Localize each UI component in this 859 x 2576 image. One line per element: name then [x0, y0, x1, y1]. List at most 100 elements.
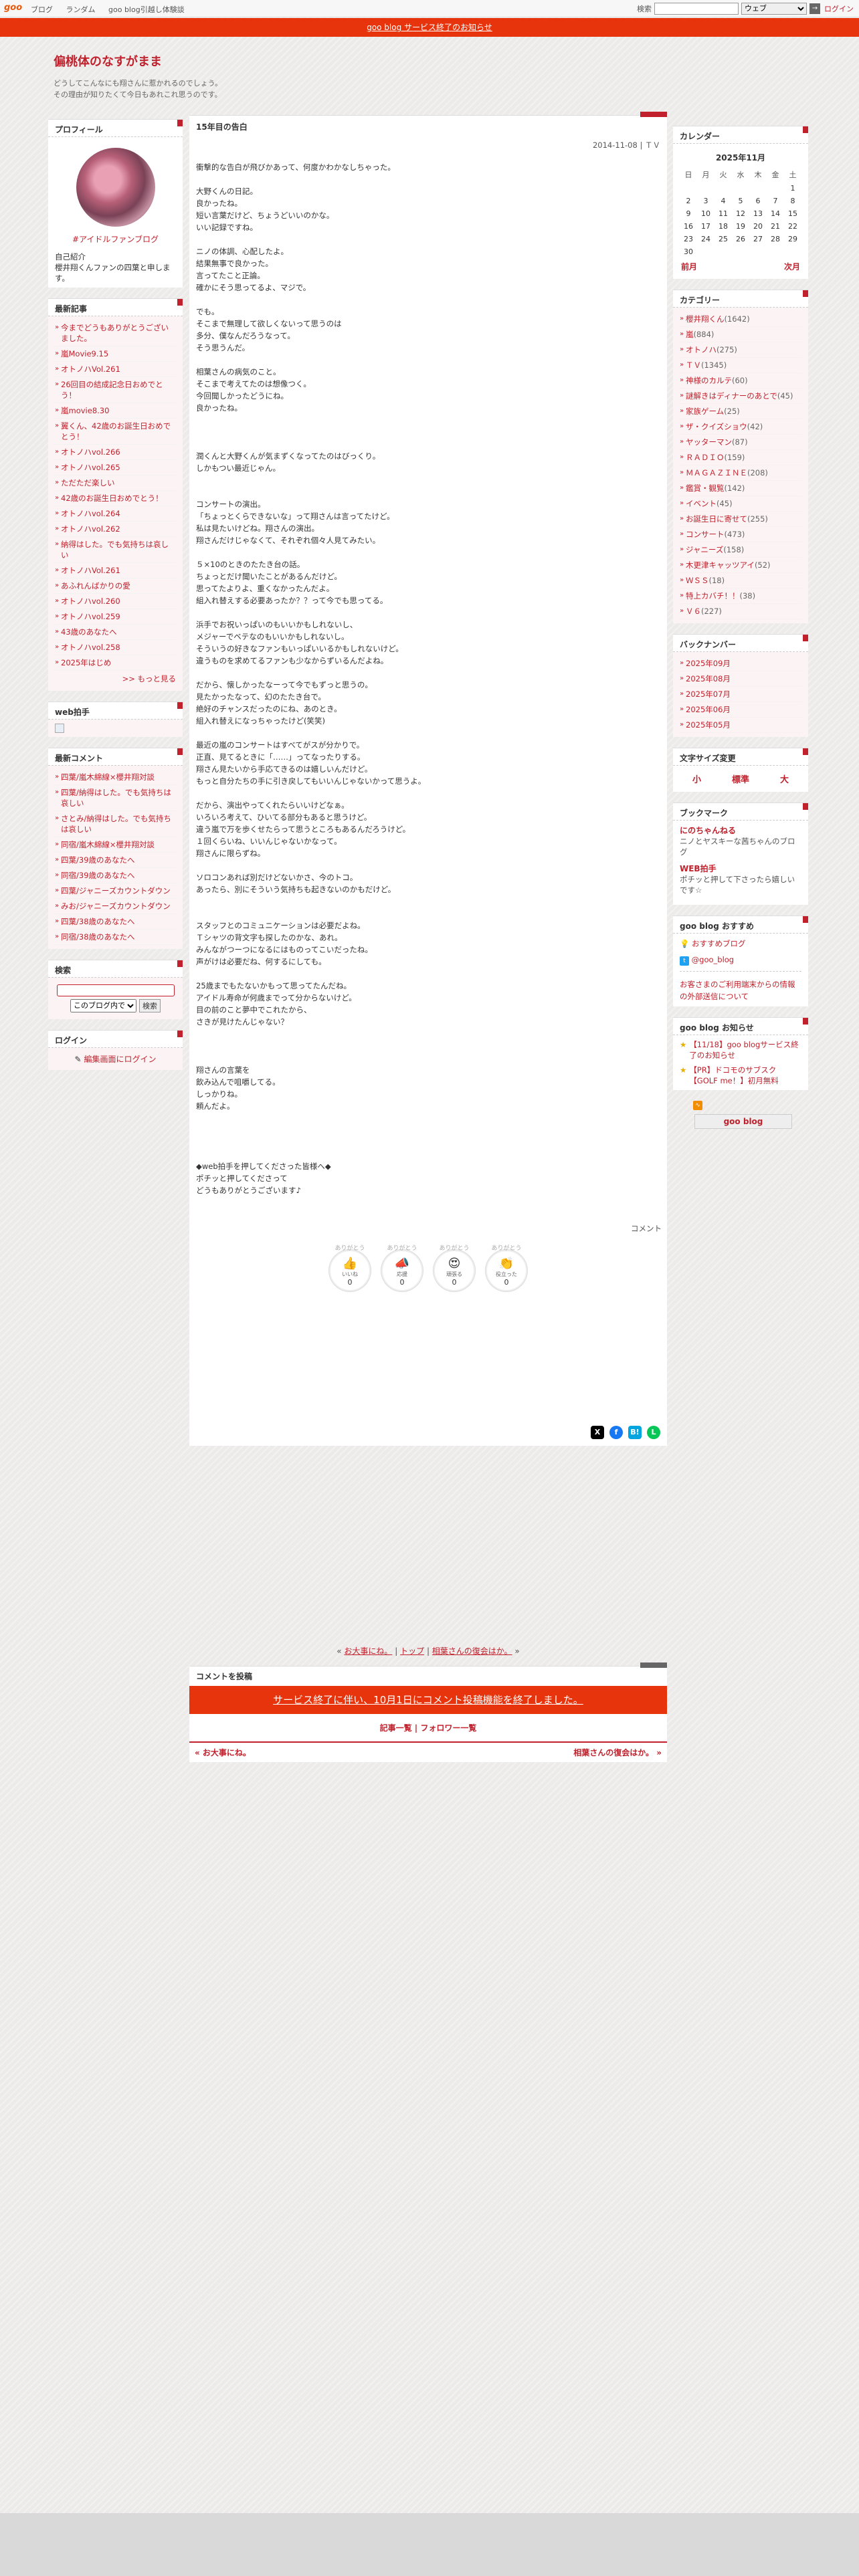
recent-comment-link[interactable]: 同宿/38歳のあなたへ	[55, 930, 176, 945]
recent-post-link[interactable]: オトノハvol.260	[55, 594, 176, 609]
category-name[interactable]: コンサート	[686, 530, 725, 539]
category-item[interactable]: Ｖ６(227)	[680, 604, 801, 619]
recent-comment-link[interactable]: 四葉/38歳のあなたへ	[55, 914, 176, 930]
recent-comment-link[interactable]: 四葉/納得はした。でも気持ちは哀しい	[55, 785, 176, 811]
reaction-button[interactable]: ありがとう 📣 応援 0	[381, 1245, 423, 1291]
category-name[interactable]: ジャニーズ	[686, 545, 723, 554]
category-name[interactable]: ＷＳＳ	[686, 576, 709, 585]
fontsize-small[interactable]: 小	[692, 772, 701, 785]
category-item[interactable]: 神様のカルテ(60)	[680, 373, 801, 389]
recent-post-link[interactable]: 翼くん、42歳のお誕生日おめでとう！	[55, 419, 176, 445]
category-name[interactable]: 神様のカルテ	[686, 376, 732, 385]
category-item[interactable]: 鑑賞・観覧(142)	[680, 481, 801, 496]
blog-search-button[interactable]: 検索	[139, 999, 161, 1012]
category-name[interactable]: ＲＡＤＩＯ	[686, 453, 725, 462]
category-item[interactable]: 木更津キャッツアイ(52)	[680, 558, 801, 573]
news-item[interactable]: 【PR】ドコモのサブスク【GOLF me！】初月無料	[689, 1065, 801, 1086]
category-name[interactable]: ＴＶ	[686, 360, 701, 370]
pager-top-link[interactable]: トップ	[400, 1646, 424, 1656]
category-item[interactable]: 櫻井翔くん(1642)	[680, 312, 801, 327]
category-item[interactable]: イベント(45)	[680, 496, 801, 512]
goo-blog-footer-logo[interactable]: goo blog	[694, 1114, 792, 1129]
article-date-category[interactable]: 2014-11-08 | ＴＶ	[593, 140, 660, 150]
search-scope-select[interactable]: ウェブ	[741, 3, 807, 15]
category-name[interactable]: イベント	[686, 499, 717, 508]
article-title[interactable]: 15年目の告白	[189, 116, 667, 136]
fontsize-normal[interactable]: 標準	[732, 772, 749, 785]
search-input[interactable]	[654, 3, 739, 15]
category-item[interactable]: コンサート(473)	[680, 527, 801, 542]
category-name[interactable]: オトノハ	[686, 345, 717, 354]
bookmark-link[interactable]: にのちゃんねる	[680, 825, 801, 836]
calendar-prev-link[interactable]: 前月	[681, 261, 697, 272]
backnumber-link[interactable]: 2025年06月	[680, 702, 801, 718]
line-share-icon[interactable]: L	[647, 1426, 660, 1439]
backnumber-link[interactable]: 2025年09月	[680, 656, 801, 671]
x-share-icon[interactable]: X	[591, 1426, 604, 1439]
recent-post-link[interactable]: オトノハvol.259	[55, 609, 176, 625]
category-name[interactable]: 家族ゲーム	[686, 407, 724, 416]
recent-post-link[interactable]: 納得はした。でも気持ちは哀しい	[55, 537, 176, 563]
recent-post-link[interactable]: オトノハvol.262	[55, 522, 176, 537]
recent-comment-link[interactable]: 四葉/嵐木綿線×櫻井翔対談	[55, 770, 176, 785]
next-post-link[interactable]: 相葉さんの復会はか。 »	[573, 1747, 662, 1758]
category-item[interactable]: ＴＶ(1345)	[680, 358, 801, 373]
recent-comment-link[interactable]: 四葉/ジャニーズカウントダウン	[55, 883, 176, 899]
recent-post-link[interactable]: 42歳のお誕生日おめでとう！	[55, 491, 176, 506]
category-item[interactable]: ＲＡＤＩＯ(159)	[680, 450, 801, 465]
search-go-button[interactable]: →	[809, 3, 820, 14]
recent-post-link[interactable]: 嵐Movie9.15	[55, 346, 176, 362]
recent-more-link[interactable]: >> もっと見る	[122, 674, 176, 683]
facebook-share-icon[interactable]: f	[609, 1426, 623, 1439]
recent-post-link[interactable]: オトノハVol.261	[55, 362, 176, 377]
edit-login-link[interactable]: 編集画面にログイン	[84, 1055, 156, 1064]
backnumber-link[interactable]: 2025年08月	[680, 671, 801, 687]
category-item[interactable]: ジャニーズ(158)	[680, 542, 801, 558]
goo-logo[interactable]: goo	[4, 3, 22, 13]
bookmark-link[interactable]: WEB拍手	[680, 863, 801, 874]
nav-random[interactable]: ランダム	[66, 5, 96, 14]
goo-blog-x-link[interactable]: @goo_blog	[692, 955, 734, 964]
backnumber-link[interactable]: 2025年07月	[680, 687, 801, 702]
article-follower-links[interactable]: 記事一覧 | フォロワー一覧	[380, 1723, 477, 1733]
category-name[interactable]: 櫻井翔くん	[686, 314, 725, 324]
category-name[interactable]: 木更津キャッツアイ	[686, 560, 755, 570]
recent-post-link[interactable]: オトノハvol.265	[55, 460, 176, 475]
blog-search-scope[interactable]: このブログ内で	[70, 999, 136, 1012]
news-item[interactable]: 【11/18】goo blogサービス終了のお知らせ	[689, 1039, 801, 1061]
category-name[interactable]: ザ・クイズショウ	[686, 422, 747, 431]
pager-prev-link[interactable]: お大事にね。	[344, 1646, 392, 1656]
recent-post-link[interactable]: オトノハVol.261	[55, 563, 176, 578]
reaction-button[interactable]: ありがとう 👍 いいね 0	[329, 1245, 371, 1291]
recent-post-link[interactable]: 嵐movie8.30	[55, 403, 176, 419]
category-item[interactable]: ヤッターマン(87)	[680, 435, 801, 450]
category-name[interactable]: 嵐	[686, 330, 694, 339]
external-transmission-link[interactable]: お客さまのご利用端末からの情報の外部送信について	[680, 980, 795, 1001]
backnumber-link[interactable]: 2025年05月	[680, 718, 801, 733]
category-item[interactable]: 家族ゲーム(25)	[680, 404, 801, 419]
prev-post-link[interactable]: « お大事にね。	[195, 1747, 251, 1758]
login-link[interactable]: ログイン	[824, 3, 854, 14]
category-name[interactable]: ヤッターマン	[686, 437, 732, 447]
recent-comment-link[interactable]: 四葉/39歳のあなたへ	[55, 853, 176, 868]
blog-title[interactable]: 偏桃体のなすがまま	[54, 52, 222, 70]
category-item[interactable]: ＭＡＧＡＺＩＮＥ(208)	[680, 465, 801, 481]
hatena-share-icon[interactable]: B!	[628, 1426, 642, 1439]
webclap-image-icon[interactable]	[55, 724, 64, 733]
recent-post-link[interactable]: 今までどうもありがとうございました。	[55, 320, 176, 346]
category-item[interactable]: オトノハ(275)	[680, 342, 801, 358]
category-item[interactable]: ザ・クイズショウ(42)	[680, 419, 801, 435]
fontsize-large[interactable]: 大	[780, 772, 789, 785]
category-name[interactable]: Ｖ６	[686, 607, 701, 616]
blog-search-input[interactable]	[56, 984, 175, 996]
reaction-button[interactable]: ありがとう 😍 頑張る 0	[434, 1245, 475, 1291]
service-end-link[interactable]: goo blog サービス終了のお知らせ	[367, 23, 492, 32]
profile-tag-link[interactable]: #アイドルファンブログ	[72, 235, 159, 244]
reaction-button[interactable]: ありがとう 👏 役立った 0	[486, 1245, 527, 1291]
recent-comment-link[interactable]: 同宿/39歳のあなたへ	[55, 868, 176, 883]
category-name[interactable]: お誕生日に寄せて	[686, 514, 747, 524]
category-item[interactable]: 謎解きはディナーのあとで(45)	[680, 389, 801, 404]
calendar-next-link[interactable]: 次月	[784, 261, 800, 272]
comment-link[interactable]: コメント	[631, 1224, 662, 1233]
profile-avatar[interactable]	[76, 148, 155, 227]
